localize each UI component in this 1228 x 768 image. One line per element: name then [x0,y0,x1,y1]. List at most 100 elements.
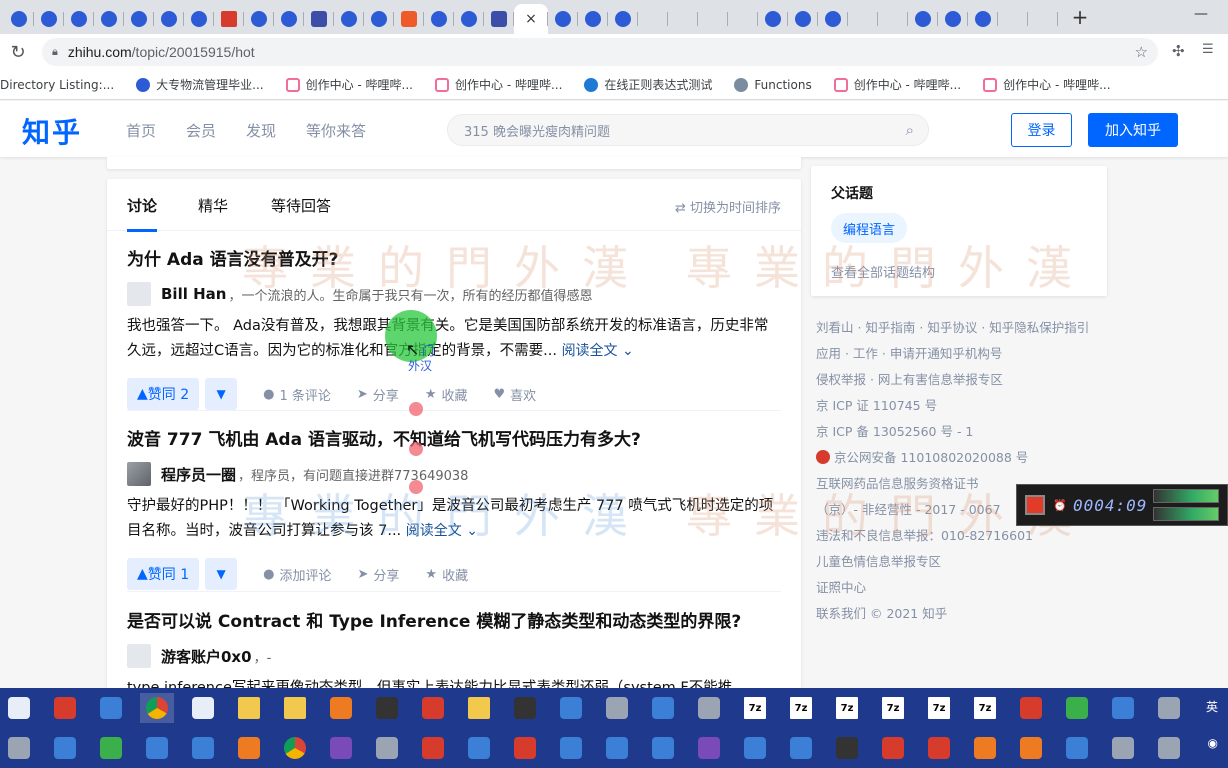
footer-line[interactable]: 联系我们 © 2021 知乎 [816,604,1116,630]
taskbar-app-button[interactable] [416,693,450,723]
browser-tab[interactable] [578,4,608,34]
taskbar-app-button[interactable] [508,733,542,763]
taskbar-app-button[interactable] [140,693,174,723]
taskbar-app-button[interactable] [1106,733,1140,763]
taskbar-app-button[interactable] [738,733,772,763]
taskbar-app-button[interactable] [508,693,542,723]
browser-tab[interactable] [728,4,758,34]
taskbar-app-button[interactable] [2,693,36,723]
taskbar-app-button[interactable] [462,693,496,723]
avatar[interactable] [127,462,151,486]
upvote-button[interactable]: ▲ 赞同 1 [127,558,200,590]
bookmark-item[interactable]: 创作中心 - 哔哩哔... [435,76,562,93]
taskbar-app-button[interactable] [94,693,128,723]
taskbar-app-button[interactable] [416,733,450,763]
browser-tab[interactable] [758,4,788,34]
author-name[interactable]: Bill Han [161,285,226,303]
taskbar-app-button[interactable] [140,733,174,763]
tab-discussion[interactable]: 讨论 [127,195,158,232]
upvote-button[interactable]: ▲ 赞同 2 [127,378,200,410]
browser-tab[interactable] [424,4,454,34]
nav-membership[interactable]: 会员 [186,120,216,141]
browser-tab[interactable] [548,4,578,34]
browser-tab[interactable] [304,4,334,34]
taskbar-app-button[interactable] [692,693,726,723]
like-button[interactable]: ♥ 喜欢 [493,385,536,404]
taskbar-app-button[interactable] [94,733,128,763]
browser-tab[interactable] [788,4,818,34]
nav-discover[interactable]: 发现 [246,120,276,141]
taskbar-app-button[interactable] [1014,733,1048,763]
browser-tab[interactable] [364,4,394,34]
search-input[interactable]: 315 晚会曝光瘦肉精问题 ⌕ [447,114,929,146]
browser-tab[interactable] [124,4,154,34]
join-button[interactable]: 加入知乎 [1088,113,1178,147]
taskbar-app-button[interactable] [48,733,82,763]
taskbar-app-button[interactable] [646,733,680,763]
browser-tab[interactable] [1028,4,1058,34]
browser-tab[interactable] [184,4,214,34]
browser-tab[interactable] [938,4,968,34]
url-text[interactable]: zhihu.com/topic/20015915/hot [68,44,255,60]
footer-line[interactable]: 应用 · 工作 · 申请开通知乎机构号 [816,344,1116,370]
question-title[interactable]: 波音 777 飞机由 Ada 语言驱动，不知道给飞机写代码压力有多大? [127,425,781,450]
taskbar-app-button[interactable]: 7z [968,693,1002,723]
extensions-icon[interactable]: ✣ [1172,42,1185,60]
taskbar-app-button[interactable] [462,733,496,763]
bookmark-item[interactable]: 创作中心 - 哔哩哔... [285,76,413,93]
browser-tab[interactable] [968,4,998,34]
taskbar-app-button[interactable] [554,733,588,763]
taskbar-app-button[interactable] [2,733,36,763]
downvote-button[interactable]: ▼ [205,378,238,410]
taskbar-app-button[interactable] [784,733,818,763]
favorite-button[interactable]: ★ 收藏 [425,385,468,404]
tab-waiting[interactable]: 等待回答 [271,195,331,216]
login-button[interactable]: 登录 [1011,113,1072,147]
taskbar-app-button[interactable] [324,733,358,763]
taskbar-app-button[interactable]: 7z [738,693,772,723]
browser-tab[interactable] [244,4,274,34]
favorite-button[interactable]: ★ 收藏 [425,565,468,584]
search-icon[interactable]: ⌕ [906,121,914,139]
browser-tab[interactable] [4,4,34,34]
footer-line[interactable]: 侵权举报 · 网上有害信息举报专区 [816,370,1116,396]
system-tray[interactable]: 英 ◉ [1206,698,1218,752]
taskbar-app-button[interactable] [1060,693,1094,723]
bookmark-star-icon[interactable]: ☆ [1135,43,1148,61]
zhihu-logo[interactable]: 知乎 [22,111,82,151]
taskbar-app-button[interactable] [186,693,220,723]
browser-tab[interactable] [698,4,728,34]
bookmark-item[interactable]: 大专物流管理毕业... [136,76,264,93]
taskbar-app-button[interactable] [1152,693,1186,723]
browser-tab[interactable] [334,4,364,34]
taskbar-app-button[interactable] [876,733,910,763]
browser-tab[interactable] [878,4,908,34]
bookmark-item[interactable]: Directory Listing:... [0,78,114,92]
bookmark-item[interactable]: Functions [734,77,812,92]
browser-tab[interactable] [94,4,124,34]
taskbar-app-button[interactable] [692,733,726,763]
answer-excerpt[interactable]: 我也强答一下。 Ada没有普及，我想跟其背景有关。它是美国国防部系统开发的标准语… [127,314,781,364]
bookmark-item[interactable]: 在线正则表达式测试 [584,76,712,93]
taskbar-app-button[interactable] [646,693,680,723]
share-button[interactable]: ➤ 分享 [357,385,399,404]
taskbar-app-button[interactable] [48,693,82,723]
browser-tab[interactable] [154,4,184,34]
taskbar-app-button[interactable] [600,693,634,723]
tray-status-icon[interactable]: ◉ [1206,734,1218,752]
nav-waiting-answers[interactable]: 等你来答 [306,120,366,141]
close-tab-icon[interactable]: × [525,11,537,27]
footer-line[interactable]: 儿童色情信息举报专区 [816,552,1116,578]
browser-tab[interactable] [394,4,424,34]
reload-icon[interactable]: ↻ [0,42,36,63]
downvote-button[interactable]: ▼ [205,558,238,590]
footer-line[interactable]: 京 ICP 备 13052560 号 - 1 [816,422,1116,448]
browser-tab[interactable] [64,4,94,34]
browser-tab[interactable] [214,4,244,34]
taskbar-app-button[interactable] [968,733,1002,763]
share-button[interactable]: ➤ 分享 [358,565,400,584]
sort-toggle[interactable]: ⇄ 切换为时间排序 [675,197,781,216]
browser-tab[interactable] [638,4,668,34]
new-tab-plus-icon[interactable]: + [1068,5,1092,29]
taskbar-app-button[interactable] [278,693,312,723]
